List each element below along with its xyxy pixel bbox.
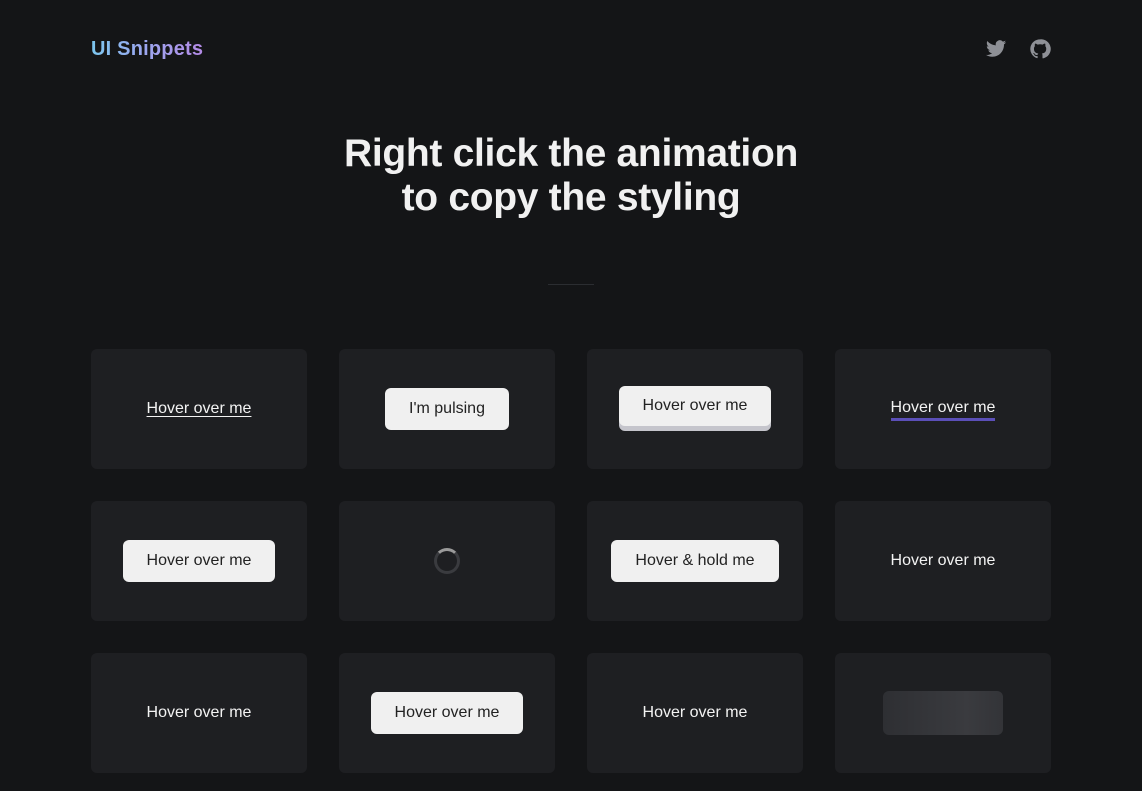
github-icon[interactable] [1029, 38, 1051, 60]
skeleton-placeholder [883, 691, 1003, 735]
light-button[interactable]: Hover over me [123, 540, 275, 582]
hero-title-line-2: to copy the styling [401, 176, 741, 219]
light-button[interactable]: Hover over me [371, 692, 523, 734]
snippet-card-pulse[interactable]: I'm pulsing [339, 349, 555, 469]
snippet-card-text-3[interactable]: Hover over me [587, 653, 803, 773]
3d-button[interactable]: Hover over me [619, 386, 771, 426]
pulse-button[interactable]: I'm pulsing [385, 388, 509, 430]
site-header: UI Snippets [0, 0, 1142, 100]
social-links [985, 38, 1051, 60]
hold-button[interactable]: Hover & hold me [611, 540, 779, 582]
underline-link[interactable]: Hover over me [147, 400, 252, 418]
plain-text-button[interactable]: Hover over me [643, 704, 748, 722]
snippet-card-text[interactable]: Hover over me [835, 501, 1051, 621]
snippet-card-underline[interactable]: Hover over me [91, 349, 307, 469]
snippet-card-gradient-underline[interactable]: Hover over me [835, 349, 1051, 469]
twitter-icon[interactable] [985, 38, 1007, 60]
snippet-card-3d[interactable]: Hover over me [587, 349, 803, 469]
divider [548, 284, 594, 285]
logo[interactable]: UI Snippets [91, 38, 203, 61]
hero-title-line-1: Right click the animation [343, 132, 799, 175]
gradient-underline-link[interactable]: Hover over me [890, 399, 995, 421]
hero: Right click the animation to copy the st… [0, 132, 1142, 220]
spinner-icon [434, 548, 460, 574]
plain-text-button[interactable]: Hover over me [147, 704, 252, 722]
snippet-card-spinner[interactable] [339, 501, 555, 621]
plain-text-button[interactable]: Hover over me [891, 552, 996, 570]
snippet-grid: Hover over me I'm pulsing Hover over me … [91, 349, 1051, 773]
snippet-card-light-button[interactable]: Hover over me [91, 501, 307, 621]
snippet-card-skeleton[interactable] [835, 653, 1051, 773]
snippet-card-text-2[interactable]: Hover over me [91, 653, 307, 773]
hero-title: Right click the animation to copy the st… [0, 132, 1142, 220]
snippet-card-light-button-2[interactable]: Hover over me [339, 653, 555, 773]
snippet-card-hold[interactable]: Hover & hold me [587, 501, 803, 621]
